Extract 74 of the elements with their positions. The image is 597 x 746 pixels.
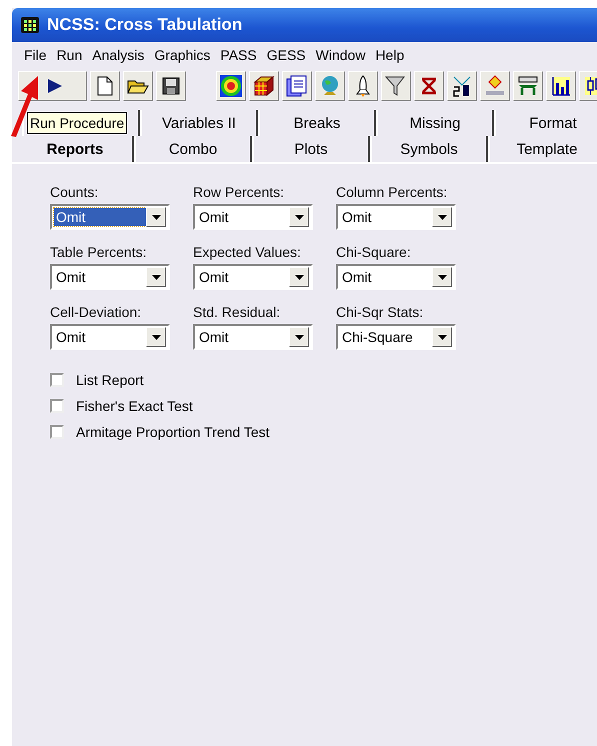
cube-button[interactable] xyxy=(249,71,279,101)
dropdown-caret-icon xyxy=(146,207,166,227)
dropdown[interactable]: Omit xyxy=(50,204,170,230)
funnel-button[interactable] xyxy=(381,71,411,101)
tab[interactable]: Plots xyxy=(252,136,370,162)
dropdown-caret-icon xyxy=(289,207,309,227)
field-label: Chi-Sqr Stats: xyxy=(336,304,424,320)
dropdown[interactable]: Omit xyxy=(193,204,313,230)
grid-icon xyxy=(21,17,39,33)
menu-item[interactable]: Run xyxy=(52,47,88,63)
dropdown[interactable]: Omit xyxy=(336,264,456,290)
dropdown-caret-icon xyxy=(289,327,309,347)
field-label: Expected Values: xyxy=(193,244,302,260)
checkbox-label: Armitage Proportion Trend Test xyxy=(76,424,270,440)
dropdown[interactable]: Omit xyxy=(50,324,170,350)
test-button[interactable] xyxy=(447,71,477,101)
field-label: Std. Residual: xyxy=(193,304,282,320)
field-label: Cell-Deviation: xyxy=(50,304,142,320)
table-button[interactable] xyxy=(513,71,543,101)
window-title: NCSS: Cross Tabulation xyxy=(47,15,242,35)
split-icon xyxy=(451,75,473,97)
open-folder-button[interactable] xyxy=(122,71,153,101)
dropdown-caret-icon xyxy=(432,327,452,347)
tab[interactable]: Breaks xyxy=(258,110,376,136)
field-label: Counts: xyxy=(50,184,100,200)
dropdown-caret-icon xyxy=(432,207,452,227)
dropdown-caret-icon xyxy=(146,327,166,347)
dropdown-caret-icon xyxy=(432,267,452,287)
field-label: Row Percents: xyxy=(193,184,286,200)
new-file-button[interactable] xyxy=(90,71,120,101)
new-file-icon xyxy=(96,76,114,96)
document-button[interactable] xyxy=(282,71,312,101)
bar-chart-icon xyxy=(550,75,572,97)
rocket-button[interactable] xyxy=(348,71,378,101)
checkbox[interactable] xyxy=(50,425,64,439)
cube-icon xyxy=(253,75,275,97)
globe-icon xyxy=(319,75,341,97)
menu-item[interactable]: Graphics xyxy=(150,47,216,63)
dropdown-caret-icon xyxy=(289,267,309,287)
dropdown[interactable]: Omit xyxy=(193,264,313,290)
menu-item[interactable]: Analysis xyxy=(88,47,150,63)
target-icon xyxy=(220,75,242,97)
dropdown[interactable]: Omit xyxy=(336,204,456,230)
bar-chart-button[interactable] xyxy=(546,71,576,101)
rocket-icon xyxy=(353,75,373,97)
field-label: Column Percents: xyxy=(336,184,448,200)
diamond-icon xyxy=(484,75,506,97)
field-label: Table Percents: xyxy=(50,244,148,260)
dropdown[interactable]: Omit xyxy=(50,264,170,290)
checkbox[interactable] xyxy=(50,373,64,387)
tab[interactable]: Variables II xyxy=(140,110,258,136)
menu-item[interactable]: Help xyxy=(371,47,410,63)
target-button[interactable] xyxy=(216,71,246,101)
funnel-icon xyxy=(385,75,407,97)
menu-item[interactable]: Window xyxy=(312,47,372,63)
tab[interactable]: Combo xyxy=(134,136,252,162)
dropdown[interactable]: Omit xyxy=(193,324,313,350)
menu-item[interactable]: File xyxy=(20,47,53,63)
tab[interactable]: Missing xyxy=(376,110,494,136)
dropdown-caret-icon xyxy=(146,267,166,287)
play-icon xyxy=(47,79,63,93)
document-icon xyxy=(286,75,308,97)
checkbox-label: List Report xyxy=(76,372,144,388)
menu-item[interactable]: GESS xyxy=(262,47,312,63)
checkbox[interactable] xyxy=(50,399,64,413)
checkbox-label: Fisher's Exact Test xyxy=(76,398,193,414)
tab[interactable]: Symbols xyxy=(370,136,488,162)
save-disk-button[interactable] xyxy=(156,71,186,101)
menu-item[interactable]: PASS xyxy=(216,47,263,63)
dropdown[interactable]: Chi-Square xyxy=(336,324,456,350)
diamond-button[interactable] xyxy=(480,71,510,101)
tooltip: Run Procedure xyxy=(27,112,128,134)
table-icon xyxy=(517,75,539,97)
field-label: Chi-Square: xyxy=(336,244,412,260)
